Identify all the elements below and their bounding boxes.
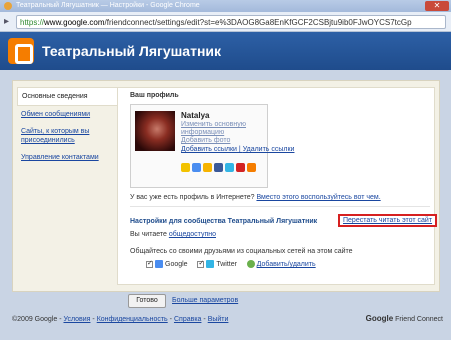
more-settings-link[interactable]: Больше параметров — [172, 297, 238, 304]
sidebar-item-joined-sites[interactable]: Сайты, к которым вы присоединились — [17, 123, 117, 149]
avatar[interactable] — [135, 111, 175, 151]
google-icon — [192, 163, 201, 172]
reading-text: Вы читаете — [130, 231, 167, 238]
sidebar-item-messaging[interactable]: Обмен сообщениями — [17, 106, 117, 123]
done-button[interactable]: Готово — [128, 294, 166, 308]
add-remove-link[interactable]: Добавить/удалить — [257, 261, 316, 268]
footer-separator: - — [203, 316, 206, 323]
url-path: /friendconnect/settings/edit?st=e%3DAOG8… — [104, 18, 412, 27]
friend-connect-label: Friend Connect — [395, 316, 443, 323]
footer: Готово Больше параметров ©2009 Google - … — [0, 292, 451, 340]
add-links-link[interactable]: Добавить ссылки | Удалить ссылки — [181, 146, 294, 154]
add-photo-link[interactable]: Добавить фото — [181, 137, 230, 145]
networks-row: Google Twitter Добавить/удалить — [146, 259, 316, 268]
profile-name: Natalya — [181, 111, 210, 120]
google-network-label: Google — [165, 260, 188, 268]
star-icon — [181, 163, 190, 172]
window-titlebar: Театральный Лягушатник — Настройки - Goo… — [0, 0, 451, 12]
terms-link[interactable]: Условия — [63, 316, 90, 323]
add-links-label[interactable]: Добавить ссылки — [181, 146, 237, 153]
social-icons — [181, 163, 256, 173]
friend-connect-brand: Google Friend Connect — [366, 314, 443, 323]
profile-card: Natalya Изменить основную информацию Доб… — [130, 104, 294, 188]
url-field[interactable]: https://www.google.com/friendconnect/set… — [16, 15, 446, 29]
community-settings-title: Настройки для сообщества Театральный Ляг… — [130, 218, 318, 225]
sidebar-item-contacts[interactable]: Управление контактами — [17, 149, 117, 166]
divider — [130, 206, 430, 207]
add-icon — [246, 260, 255, 268]
stop-reading-link[interactable]: Перестать читать этот сайт — [338, 214, 438, 227]
profile-question-line: У вас уже есть профиль в Интернете? Вмес… — [130, 194, 381, 201]
page-icon: ▸ — [4, 16, 10, 27]
address-bar-area: ▸ https://www.google.com/friendconnect/s… — [0, 12, 451, 32]
help-link[interactable]: Справка — [174, 316, 201, 323]
profile-section-title: Ваш профиль — [130, 92, 179, 99]
footer-separator: - — [169, 316, 173, 323]
google-brand: Google — [365, 314, 394, 323]
blogger-icon[interactable] — [8, 38, 34, 64]
reading-status: Вы читаете общедоступно — [130, 231, 216, 238]
twitter-icon — [225, 163, 234, 172]
settings-panel: Основные сведения Обмен сообщениями Сайт… — [12, 80, 440, 292]
share-text: Общайтесь со своими друзьями из социальн… — [130, 248, 353, 255]
youtube-icon — [236, 163, 245, 172]
edit-info-link[interactable]: Изменить основную информацию — [181, 121, 267, 137]
blogger-icon — [247, 163, 256, 172]
twitter-icon — [206, 260, 215, 268]
twitter-network-label: Twitter — [216, 260, 237, 268]
facebook-icon — [214, 163, 223, 172]
sidebar-item-basic-info[interactable]: Основные сведения — [17, 87, 119, 106]
footer-separator: - — [92, 316, 95, 323]
google-checkbox[interactable] — [146, 259, 153, 268]
url-scheme: https:// — [20, 18, 45, 27]
window-title: Театральный Лягушатник — Настройки - Goo… — [16, 2, 200, 9]
footer-links: ©2009 Google - Условия - Конфиденциально… — [12, 316, 228, 323]
twitter-checkbox[interactable] — [197, 259, 205, 268]
settings-main: Ваш профиль Natalya Изменить основную ин… — [117, 87, 438, 285]
url-host: www.google.com — [44, 18, 105, 27]
copyright: ©2009 Google - — [12, 316, 62, 323]
sign-out-link[interactable]: Выйти — [208, 316, 229, 323]
remove-links-label[interactable]: Удалить ссылки — [243, 146, 295, 153]
site-title: Театральный Лягушатник — [42, 43, 222, 59]
profile-question: У вас уже есть профиль в Интернете? — [130, 194, 255, 201]
reading-mode-link[interactable]: общедоступно — [169, 231, 216, 238]
use-existing-profile-link[interactable]: Вместо этого воспользуйтесь вот чем. — [256, 194, 380, 201]
settings-sidebar: Основные сведения Обмен сообщениями Сайт… — [17, 87, 119, 283]
google-icon — [155, 260, 163, 268]
privacy-link[interactable]: Конфиденциальность — [97, 316, 168, 323]
chrome-icon — [4, 2, 12, 10]
close-icon[interactable]: ✕ — [425, 1, 449, 11]
aim-icon — [203, 163, 212, 172]
site-header: Театральный Лягушатник — [0, 32, 451, 70]
